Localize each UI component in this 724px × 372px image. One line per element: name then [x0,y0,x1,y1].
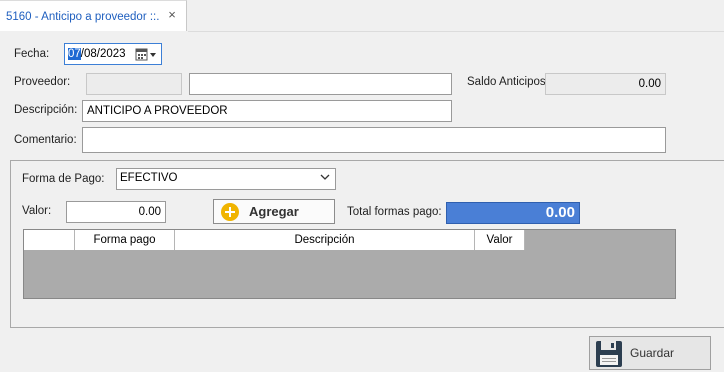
agregar-button[interactable]: Agregar [213,199,335,224]
grid-header-forma-pago[interactable]: Forma pago [75,230,175,250]
fecha-date-picker[interactable]: 07/08/2023 [64,43,162,65]
chevron-down-icon [150,53,156,57]
proveedor-code-field[interactable] [86,73,182,95]
fecha-day-selected: 07 [68,48,81,60]
saldo-anticipos-field: 0.00 [545,73,666,95]
close-icon[interactable]: × [166,8,178,21]
grid-header-descripcion[interactable]: Descripción [175,230,475,250]
agregar-label: Agregar [249,204,299,219]
forma-pago-value: EFECTIVO [120,172,178,184]
proveedor-label: Proveedor: [14,76,71,88]
plus-circle-icon [221,203,239,221]
fecha-label: Fecha: [14,48,50,60]
grid-header-valor[interactable]: Valor [475,230,525,250]
forma-pago-label: Forma de Pago: [22,173,105,185]
guardar-button[interactable]: Guardar [589,336,711,370]
total-formas-pago-label: Total formas pago: [347,206,442,218]
valor-label: Valor: [22,205,52,217]
tab-title: 5160 - Anticipo a proveedor ::. [6,11,160,23]
comentario-label: Comentario: [14,134,77,146]
tab-anticipo-proveedor[interactable]: 5160 - Anticipo a proveedor ::. × [0,0,187,31]
descripcion-label: Descripción: [14,104,78,116]
floppy-disk-icon [596,341,622,367]
total-formas-pago-value: 0.00 [446,202,580,224]
chevron-down-icon [320,174,330,180]
tab-strip-divider [188,31,724,32]
grid-header-selector[interactable] [24,230,75,250]
forma-pago-select[interactable]: EFECTIVO [116,168,336,190]
saldo-anticipos-label: Saldo Anticipos: [467,76,549,88]
calendar-icon[interactable] [135,48,159,61]
comentario-field[interactable] [82,127,666,153]
guardar-label: Guardar [630,346,675,360]
descripcion-field[interactable]: ANTICIPO A PROVEEDOR [82,100,452,122]
fecha-date-rest: /08/2023 [80,48,126,60]
valor-input[interactable]: 0.00 [66,201,166,223]
proveedor-name-field[interactable] [189,73,452,95]
payments-grid[interactable]: Forma pago Descripción Valor [23,229,676,299]
